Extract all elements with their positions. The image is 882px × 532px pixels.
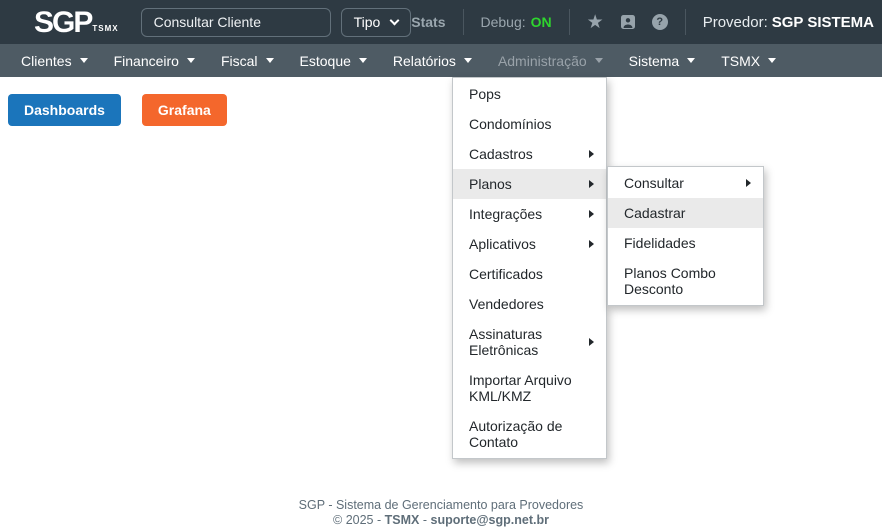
menu-item-assinaturas-eletronicas[interactable]: Assinaturas Eletrônicas bbox=[453, 319, 606, 365]
sgp-logo[interactable]: SGP TSMX bbox=[34, 10, 119, 35]
nav-item-label: Clientes bbox=[21, 53, 72, 69]
menu-item-label: Assinaturas Eletrônicas bbox=[469, 326, 583, 358]
provider-info: Provedor:SGP SISTEMA bbox=[703, 14, 874, 31]
menu-item-label: Integrações bbox=[469, 206, 583, 222]
submenu-arrow-icon bbox=[589, 150, 594, 158]
nav-item-clientes[interactable]: Clientes bbox=[8, 44, 101, 77]
menu-item-planos[interactable]: Planos bbox=[453, 169, 606, 199]
menu-item-vendedores[interactable]: Vendedores bbox=[453, 289, 606, 319]
planos-submenu: Consultar Cadastrar Fidelidades Planos C… bbox=[607, 166, 764, 306]
star-icon[interactable]: ★ bbox=[587, 13, 604, 32]
content-button-grafana[interactable]: Grafana bbox=[142, 94, 227, 126]
footer-email-link[interactable]: suporte@sgp.net.br bbox=[431, 513, 549, 527]
menu-item-integracoes[interactable]: Integrações bbox=[453, 199, 606, 229]
footer-line1: SGP - Sistema de Gerenciamento para Prov… bbox=[0, 498, 882, 513]
nav-item-label: TSMX bbox=[721, 53, 760, 69]
menu-item-label: Aplicativos bbox=[469, 236, 583, 252]
help-icon[interactable]: ? bbox=[652, 14, 668, 30]
caret-down-icon bbox=[687, 58, 695, 63]
caret-down-icon bbox=[80, 58, 88, 63]
footer-brand: TSMX bbox=[385, 513, 420, 527]
debug-label: Debug: bbox=[481, 14, 526, 30]
menu-item-importar-arquivo-kml-kmz[interactable]: Importar Arquivo KML/KMZ bbox=[453, 365, 606, 411]
submenu-item-label: Consultar bbox=[624, 175, 740, 191]
main-nav: Clientes Financeiro Fiscal Estoque Relat… bbox=[0, 44, 882, 77]
logo-main-text: SGP bbox=[34, 10, 91, 35]
submenu-item-fidelidades[interactable]: Fidelidades bbox=[608, 228, 763, 258]
nav-item-financeiro[interactable]: Financeiro bbox=[101, 44, 208, 77]
caret-down-icon bbox=[595, 58, 603, 63]
nav-item-label: Financeiro bbox=[114, 53, 179, 69]
caret-down-icon bbox=[768, 58, 776, 63]
provider-value: SGP SISTEMA bbox=[772, 14, 874, 31]
menu-item-certificados[interactable]: Certificados bbox=[453, 259, 606, 289]
app-window: SGP TSMX Tipo Stats Debug: ON ★ bbox=[0, 0, 882, 532]
nav-item-fiscal[interactable]: Fiscal bbox=[208, 44, 287, 77]
menu-item-label: Planos bbox=[469, 176, 583, 192]
menu-item-label: Autorização de Contato bbox=[469, 418, 594, 450]
submenu-item-label: Fidelidades bbox=[624, 235, 751, 251]
header-right: Stats Debug: ON ★ ? Provedor:SGP SISTEMA bbox=[411, 9, 882, 35]
menu-item-label: Vendedores bbox=[469, 296, 594, 312]
nav-item-label: Sistema bbox=[629, 53, 680, 69]
submenu-item-consultar[interactable]: Consultar bbox=[608, 168, 763, 198]
submenu-arrow-icon bbox=[589, 210, 594, 218]
menu-item-label: Cadastros bbox=[469, 146, 583, 162]
top-header: SGP TSMX Tipo Stats Debug: ON ★ bbox=[0, 0, 882, 44]
header-icons: ★ ? bbox=[587, 13, 668, 32]
account-box-icon[interactable] bbox=[620, 14, 636, 30]
submenu-arrow-icon bbox=[589, 180, 594, 188]
search-input[interactable] bbox=[141, 8, 331, 37]
footer: SGP - Sistema de Gerenciamento para Prov… bbox=[0, 498, 882, 528]
nav-item-tsmx[interactable]: TSMX bbox=[708, 44, 789, 77]
footer-line2: © 2025 - TSMX - suporte@sgp.net.br bbox=[0, 513, 882, 528]
stats-link[interactable]: Stats bbox=[411, 14, 445, 30]
caret-down-icon bbox=[464, 58, 472, 63]
content-button-dashboards[interactable]: Dashboards bbox=[8, 94, 121, 126]
menu-item-label: Certificados bbox=[469, 266, 594, 282]
nav-item-relatorios[interactable]: Relatórios bbox=[380, 44, 485, 77]
menu-item-label: Importar Arquivo KML/KMZ bbox=[469, 372, 594, 404]
submenu-arrow-icon bbox=[589, 240, 594, 248]
caret-down-icon bbox=[187, 58, 195, 63]
submenu-item-cadastrar[interactable]: Cadastrar bbox=[608, 198, 763, 228]
tipo-select-value: Tipo bbox=[354, 14, 381, 30]
menu-item-cadastros[interactable]: Cadastros bbox=[453, 139, 606, 169]
submenu-item-label: Cadastrar bbox=[624, 205, 751, 221]
menu-item-autorizacao-de-contato[interactable]: Autorização de Contato bbox=[453, 411, 606, 457]
nav-item-administracao[interactable]: Administração bbox=[485, 44, 616, 77]
provider-label: Provedor: bbox=[703, 14, 768, 31]
chevron-down-icon bbox=[390, 16, 400, 26]
footer-copyright: © 2025 - bbox=[333, 513, 381, 527]
dashboard-buttons: Dashboards Grafana bbox=[8, 94, 227, 126]
debug-toggle[interactable]: ON bbox=[531, 14, 552, 30]
submenu-item-planos-combo-desconto[interactable]: Planos Combo Desconto bbox=[608, 258, 763, 304]
nav-item-label: Fiscal bbox=[221, 53, 258, 69]
divider bbox=[463, 9, 464, 35]
footer-separator: - bbox=[423, 513, 427, 527]
nav-item-sistema[interactable]: Sistema bbox=[616, 44, 709, 77]
caret-down-icon bbox=[359, 58, 367, 63]
nav-item-label: Estoque bbox=[300, 53, 351, 69]
submenu-arrow-icon bbox=[746, 179, 751, 187]
menu-item-aplicativos[interactable]: Aplicativos bbox=[453, 229, 606, 259]
nav-item-estoque[interactable]: Estoque bbox=[287, 44, 380, 77]
nav-item-label: Relatórios bbox=[393, 53, 456, 69]
tipo-select[interactable]: Tipo bbox=[341, 8, 412, 37]
caret-down-icon bbox=[266, 58, 274, 63]
submenu-arrow-icon bbox=[589, 338, 594, 346]
nav-item-label: Administração bbox=[498, 53, 587, 69]
menu-item-label: Condomínios bbox=[469, 116, 594, 132]
menu-item-label: Pops bbox=[469, 86, 594, 102]
divider bbox=[685, 9, 686, 35]
logo-sub-text: TSMX bbox=[92, 24, 118, 33]
menu-item-pops[interactable]: Pops bbox=[453, 79, 606, 109]
administracao-dropdown-menu: Pops Condomínios Cadastros Planos Integr… bbox=[452, 77, 607, 459]
submenu-item-label: Planos Combo Desconto bbox=[624, 265, 751, 297]
menu-item-condominios[interactable]: Condomínios bbox=[453, 109, 606, 139]
divider bbox=[569, 9, 570, 35]
